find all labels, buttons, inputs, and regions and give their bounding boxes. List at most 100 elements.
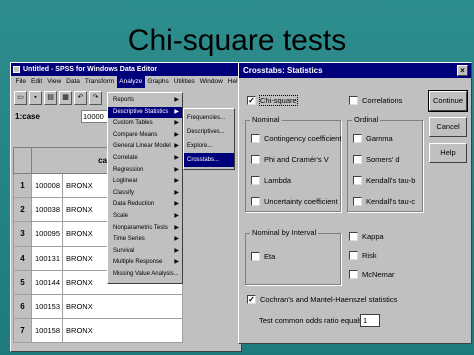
- mcnemar-checkbox[interactable]: McNemar: [349, 270, 395, 279]
- menu-graphs[interactable]: Graphs: [145, 76, 171, 88]
- descriptive-statistics-submenu: Frequencies... Descriptives... Explore... C…: [183, 108, 235, 170]
- menu-item-label: Loglinear: [113, 178, 138, 185]
- save-icon[interactable]: ▪: [29, 91, 42, 105]
- row-number[interactable]: 1: [13, 172, 32, 199]
- kappa-checkbox[interactable]: Kappa: [349, 232, 384, 241]
- kendalls-tau-b-checkbox[interactable]: Kendall's tau-b: [353, 176, 415, 185]
- submenu-item[interactable]: Frequencies...: [184, 111, 234, 125]
- uncertainty-coefficient-box[interactable]: [251, 197, 260, 206]
- kappa-box[interactable]: [349, 232, 358, 241]
- analyze-menu-item[interactable]: Missing Value Analysis...: [108, 269, 182, 281]
- analyze-menu-item[interactable]: Compare Means ▶: [108, 130, 182, 142]
- analyze-menu-item[interactable]: Custom Tables ▶: [108, 118, 182, 130]
- correlations-checkbox[interactable]: Correlations: [349, 96, 402, 105]
- submenu-arrow-icon: ▶: [174, 247, 179, 254]
- analyze-menu-item[interactable]: Regression ▶: [108, 165, 182, 177]
- analyze-menu-item[interactable]: General Linear Model ▶: [108, 141, 182, 153]
- row-number[interactable]: 4: [13, 245, 32, 271]
- analyze-menu-item[interactable]: Reports ▶: [108, 95, 182, 107]
- analyze-menu-item[interactable]: Multiple Response ▶: [108, 257, 182, 269]
- risk-checkbox[interactable]: Risk: [349, 251, 377, 260]
- analyze-menu-item[interactable]: Nonparametric Tests ▶: [108, 223, 182, 235]
- contingency-coefficient-box[interactable]: [251, 134, 260, 143]
- undo-icon[interactable]: ↶: [74, 91, 87, 105]
- analyze-menu-item[interactable]: Scale ▶: [108, 211, 182, 223]
- somers-d-box[interactable]: [353, 155, 362, 164]
- analyze-menu-item[interactable]: Data Reduction ▶: [108, 199, 182, 211]
- kendalls-tau-c-box[interactable]: [353, 197, 362, 206]
- lambda-checkbox[interactable]: Lambda: [251, 176, 291, 185]
- lambda-box[interactable]: [251, 176, 260, 185]
- submenu-arrow-icon: ▶: [174, 131, 179, 138]
- analyze-menu-item[interactable]: Time Series ▶: [108, 234, 182, 246]
- continue-button[interactable]: Continue: [428, 90, 468, 112]
- uncertainty-coefficient-checkbox[interactable]: Uncertainty coefficient: [251, 197, 338, 206]
- risk-box[interactable]: [349, 251, 358, 260]
- analyze-menu-item[interactable]: Descriptive Statistics ▶: [108, 106, 182, 119]
- redo-icon[interactable]: ↷: [89, 91, 102, 105]
- submenu-item[interactable]: Crosstabs...: [184, 153, 234, 167]
- gamma-box[interactable]: [353, 134, 362, 143]
- nominal-group-label: Nominal: [250, 115, 282, 124]
- help-button[interactable]: Help: [429, 143, 467, 163]
- close-icon[interactable]: ×: [457, 65, 468, 76]
- analyze-menu-item[interactable]: Classify ▶: [108, 188, 182, 200]
- menu-utilities[interactable]: Utilities: [171, 76, 197, 88]
- nominal-by-interval-group: Nominal by Interval Eta: [245, 228, 341, 285]
- case-cell[interactable]: 100131: [30, 245, 64, 271]
- menu-item-label: Compare Means: [113, 131, 158, 138]
- risk-label: Risk: [362, 251, 377, 260]
- open-icon[interactable]: ▭: [14, 91, 27, 105]
- menu-analyze[interactable]: Analyze: [116, 76, 145, 88]
- print-icon[interactable]: ▤: [44, 91, 57, 105]
- row-number[interactable]: 7: [13, 318, 32, 344]
- analyze-menu-item[interactable]: Survival ▶: [108, 246, 182, 258]
- cochrans-box[interactable]: ✓: [247, 295, 256, 304]
- row-number[interactable]: 2: [13, 197, 32, 223]
- cancel-button[interactable]: Cancel: [429, 117, 467, 137]
- eta-box[interactable]: [251, 252, 260, 261]
- odds-ratio-input[interactable]: 1: [360, 314, 380, 327]
- cell-value-input[interactable]: 10000: [81, 110, 109, 123]
- case-cell[interactable]: 100144: [30, 269, 64, 295]
- gamma-checkbox[interactable]: Gamma: [353, 134, 393, 143]
- menu-item-label: Reports: [113, 97, 135, 103]
- contingency-coefficient-checkbox[interactable]: Contingency coefficient: [251, 134, 341, 143]
- cochrans-mantel-haenszel-checkbox[interactable]: ✓ Cochran's and Mantel-Haenszel statisti…: [247, 295, 397, 304]
- menu-item-label: Classify: [113, 189, 135, 196]
- row-number[interactable]: 5: [13, 269, 32, 295]
- row-number[interactable]: 3: [13, 221, 32, 247]
- case-cell[interactable]: 100095: [30, 221, 64, 247]
- row-number[interactable]: 6: [13, 293, 32, 320]
- menu-file[interactable]: File: [13, 76, 28, 88]
- correlations-box[interactable]: [349, 96, 358, 105]
- phi-cramers-v-box[interactable]: [251, 155, 260, 164]
- city-cell[interactable]: BRONX: [62, 293, 183, 320]
- menu-view[interactable]: View: [45, 76, 64, 88]
- city-cell[interactable]: BRONX: [62, 318, 183, 344]
- phi-cramers-v-checkbox[interactable]: Phi and Cramér's V: [251, 155, 329, 164]
- submenu-item[interactable]: Descriptives...: [184, 125, 234, 139]
- dialog-recall-icon[interactable]: ▦: [59, 91, 72, 105]
- case-cell[interactable]: 100008: [30, 172, 64, 199]
- nominal-by-interval-label: Nominal by Interval: [250, 228, 319, 237]
- uncertainty-coefficient-label: Uncertainty coefficient: [264, 197, 338, 206]
- mcnemar-box[interactable]: [349, 270, 358, 279]
- kappa-label: Kappa: [362, 232, 384, 241]
- menu-edit[interactable]: Edit: [28, 76, 44, 88]
- kendalls-tau-c-checkbox[interactable]: Kendall's tau-c: [353, 197, 415, 206]
- case-cell[interactable]: 100038: [30, 197, 64, 223]
- menu-transform[interactable]: Transform: [82, 76, 116, 88]
- analyze-menu-item[interactable]: Correlate ▶: [108, 153, 182, 165]
- somers-d-checkbox[interactable]: Somers' d: [353, 155, 400, 164]
- case-cell[interactable]: 100158: [30, 318, 64, 344]
- chi-square-box[interactable]: ✓: [247, 96, 256, 105]
- submenu-item[interactable]: Explore...: [184, 139, 234, 153]
- analyze-menu-item[interactable]: Loglinear ▶: [108, 176, 182, 188]
- chi-square-checkbox[interactable]: ✓ Chi-square: [247, 95, 298, 106]
- menu-data[interactable]: Data: [64, 76, 83, 88]
- case-cell[interactable]: 100153: [30, 293, 64, 320]
- menu-window[interactable]: Window: [197, 76, 225, 88]
- eta-checkbox[interactable]: Eta: [251, 252, 275, 261]
- kendalls-tau-b-box[interactable]: [353, 176, 362, 185]
